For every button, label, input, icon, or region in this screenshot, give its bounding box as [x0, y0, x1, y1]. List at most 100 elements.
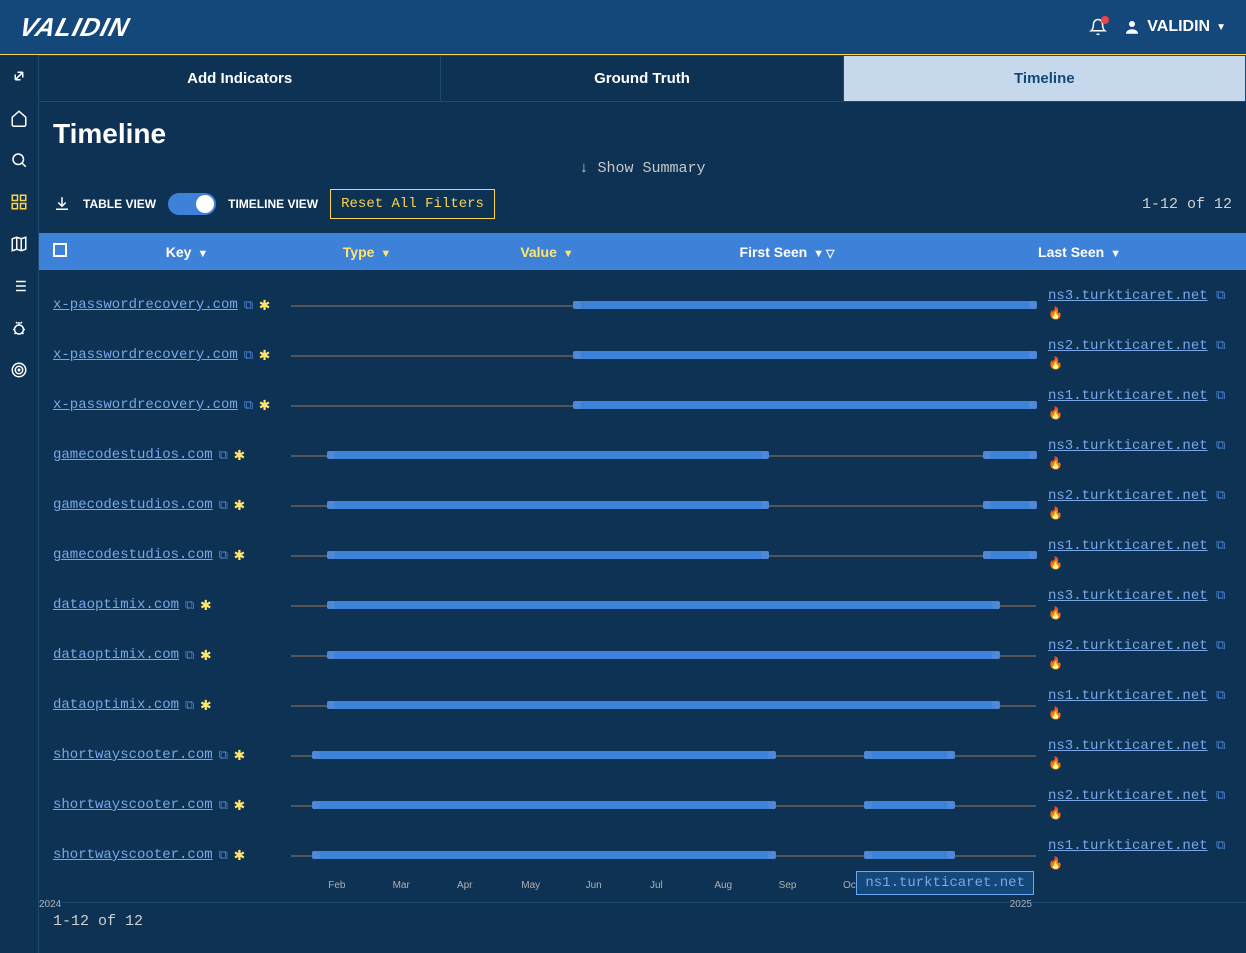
copy-icon[interactable]: ⧉ — [219, 798, 228, 813]
flame-icon: 🔥 — [1048, 807, 1063, 821]
key-link[interactable]: x-passwordrecovery.com — [53, 397, 238, 413]
copy-icon[interactable]: ⧉ — [1216, 338, 1225, 353]
copy-icon[interactable]: ⧉ — [185, 598, 194, 613]
flame-icon: 🔥 — [1048, 357, 1063, 371]
key-link[interactable]: gamecodestudios.com — [53, 497, 213, 513]
table-row: shortwayscooter.com ⧉ ✱ ns2.turkticaret.… — [53, 780, 1232, 830]
copy-icon[interactable]: ⧉ — [1216, 688, 1225, 703]
timeline-bar — [291, 298, 1036, 312]
value-link[interactable]: ns1.turkticaret.net — [1048, 838, 1208, 854]
column-type[interactable]: Type ▼ — [287, 244, 447, 260]
download-icon[interactable] — [53, 195, 71, 213]
value-link[interactable]: ns1.turkticaret.net — [1048, 388, 1208, 404]
user-icon — [1123, 18, 1141, 36]
column-first-seen[interactable]: First Seen ▼▽ — [647, 244, 927, 260]
star-icon: ✱ — [259, 394, 270, 416]
user-menu[interactable]: VALIDIN ▼ — [1123, 18, 1226, 36]
copy-icon[interactable]: ⧉ — [1216, 738, 1225, 753]
column-last-seen[interactable]: Last Seen ▼ — [927, 244, 1232, 260]
key-link[interactable]: shortwayscooter.com — [53, 747, 213, 763]
copy-icon[interactable]: ⧉ — [244, 298, 253, 313]
copy-icon[interactable]: ⧉ — [1216, 588, 1225, 603]
copy-icon[interactable]: ⧉ — [185, 698, 194, 713]
value-link[interactable]: ns2.turkticaret.net — [1048, 488, 1208, 504]
filter-icon: ▼ — [563, 248, 574, 260]
flame-icon: 🔥 — [1048, 407, 1063, 421]
value-link[interactable]: ns3.turkticaret.net — [1048, 288, 1208, 304]
table-row: x-passwordrecovery.com ⧉ ✱ ns1.turkticar… — [53, 380, 1232, 430]
key-link[interactable]: dataoptimix.com — [53, 647, 179, 663]
key-link[interactable]: dataoptimix.com — [53, 597, 179, 613]
tab-add-indicators[interactable]: Add Indicators — [39, 55, 441, 102]
app-header: VALIDIN VALIDIN ▼ — [0, 0, 1246, 55]
home-icon[interactable] — [8, 107, 30, 129]
show-summary-toggle[interactable]: ↓ Show Summary — [39, 160, 1246, 183]
table-row: shortwayscooter.com ⧉ ✱ ns1.turkticaret.… — [53, 830, 1232, 880]
copy-icon[interactable]: ⧉ — [1216, 788, 1225, 803]
value-link[interactable]: ns3.turkticaret.net — [1048, 588, 1208, 604]
copy-icon[interactable]: ⧉ — [244, 398, 253, 413]
value-link[interactable]: ns2.turkticaret.net — [1048, 788, 1208, 804]
copy-icon[interactable]: ⧉ — [219, 748, 228, 763]
app-sidebar — [0, 55, 38, 953]
timeline-bar — [291, 798, 1036, 812]
copy-icon[interactable]: ⧉ — [185, 648, 194, 663]
timeline-bar — [291, 348, 1036, 362]
value-link[interactable]: ns1.turkticaret.net — [1048, 688, 1208, 704]
key-link[interactable]: shortwayscooter.com — [53, 847, 213, 863]
value-link[interactable]: ns3.turkticaret.net — [1048, 438, 1208, 454]
grid-icon[interactable] — [8, 191, 30, 213]
tab-ground-truth[interactable]: Ground Truth — [441, 55, 843, 102]
key-link[interactable]: gamecodestudios.com — [53, 547, 213, 563]
copy-icon[interactable]: ⧉ — [1216, 438, 1225, 453]
copy-icon[interactable]: ⧉ — [219, 848, 228, 863]
copy-icon[interactable]: ⧉ — [1216, 538, 1225, 553]
key-link[interactable]: shortwayscooter.com — [53, 797, 213, 813]
timeline-bar — [291, 548, 1036, 562]
list-icon[interactable] — [8, 275, 30, 297]
star-icon: ✱ — [234, 844, 245, 866]
target-icon[interactable] — [8, 359, 30, 381]
hover-tooltip: ns1.turkticaret.net — [856, 871, 1034, 895]
expand-icon[interactable] — [8, 65, 30, 87]
copy-icon[interactable]: ⧉ — [1216, 488, 1225, 503]
copy-icon[interactable]: ⧉ — [219, 448, 228, 463]
table-row: x-passwordrecovery.com ⧉ ✱ ns3.turkticar… — [53, 280, 1232, 330]
notifications-button[interactable] — [1089, 18, 1107, 36]
key-link[interactable]: dataoptimix.com — [53, 697, 179, 713]
column-key[interactable]: Key ▼ — [87, 244, 287, 260]
copy-icon[interactable]: ⧉ — [219, 548, 228, 563]
reset-filters-button[interactable]: Reset All Filters — [330, 189, 495, 219]
search-icon[interactable] — [8, 149, 30, 171]
value-link[interactable]: ns2.turkticaret.net — [1048, 638, 1208, 654]
flame-icon: 🔥 — [1048, 507, 1063, 521]
key-link[interactable]: x-passwordrecovery.com — [53, 297, 238, 313]
copy-icon[interactable]: ⧉ — [1216, 288, 1225, 303]
copy-icon[interactable]: ⧉ — [244, 348, 253, 363]
column-value[interactable]: Value ▼ — [447, 244, 647, 260]
key-link[interactable]: gamecodestudios.com — [53, 447, 213, 463]
copy-icon[interactable]: ⧉ — [1216, 638, 1225, 653]
copy-icon[interactable]: ⧉ — [1216, 388, 1225, 403]
select-all-checkbox[interactable] — [53, 243, 67, 257]
table-row: gamecodestudios.com ⧉ ✱ ns2.turkticaret.… — [53, 480, 1232, 530]
flame-icon: 🔥 — [1048, 857, 1063, 871]
timeline-view-label: TIMELINE VIEW — [228, 197, 318, 211]
copy-icon[interactable]: ⧉ — [1216, 838, 1225, 853]
value-link[interactable]: ns2.turkticaret.net — [1048, 338, 1208, 354]
tab-timeline[interactable]: Timeline — [844, 55, 1246, 102]
key-link[interactable]: x-passwordrecovery.com — [53, 347, 238, 363]
value-link[interactable]: ns1.turkticaret.net — [1048, 538, 1208, 554]
table-row: dataoptimix.com ⧉ ✱ ns2.turkticaret.net … — [53, 630, 1232, 680]
timeline-bar — [291, 448, 1036, 462]
map-icon[interactable] — [8, 233, 30, 255]
username-label: VALIDIN — [1147, 18, 1210, 36]
bug-icon[interactable] — [8, 317, 30, 339]
view-toggle[interactable] — [168, 193, 216, 215]
copy-icon[interactable]: ⧉ — [219, 498, 228, 513]
flame-icon: 🔥 — [1048, 307, 1063, 321]
timeline-bar — [291, 498, 1036, 512]
star-icon: ✱ — [234, 544, 245, 566]
timeline-bar — [291, 598, 1036, 612]
value-link[interactable]: ns3.turkticaret.net — [1048, 738, 1208, 754]
